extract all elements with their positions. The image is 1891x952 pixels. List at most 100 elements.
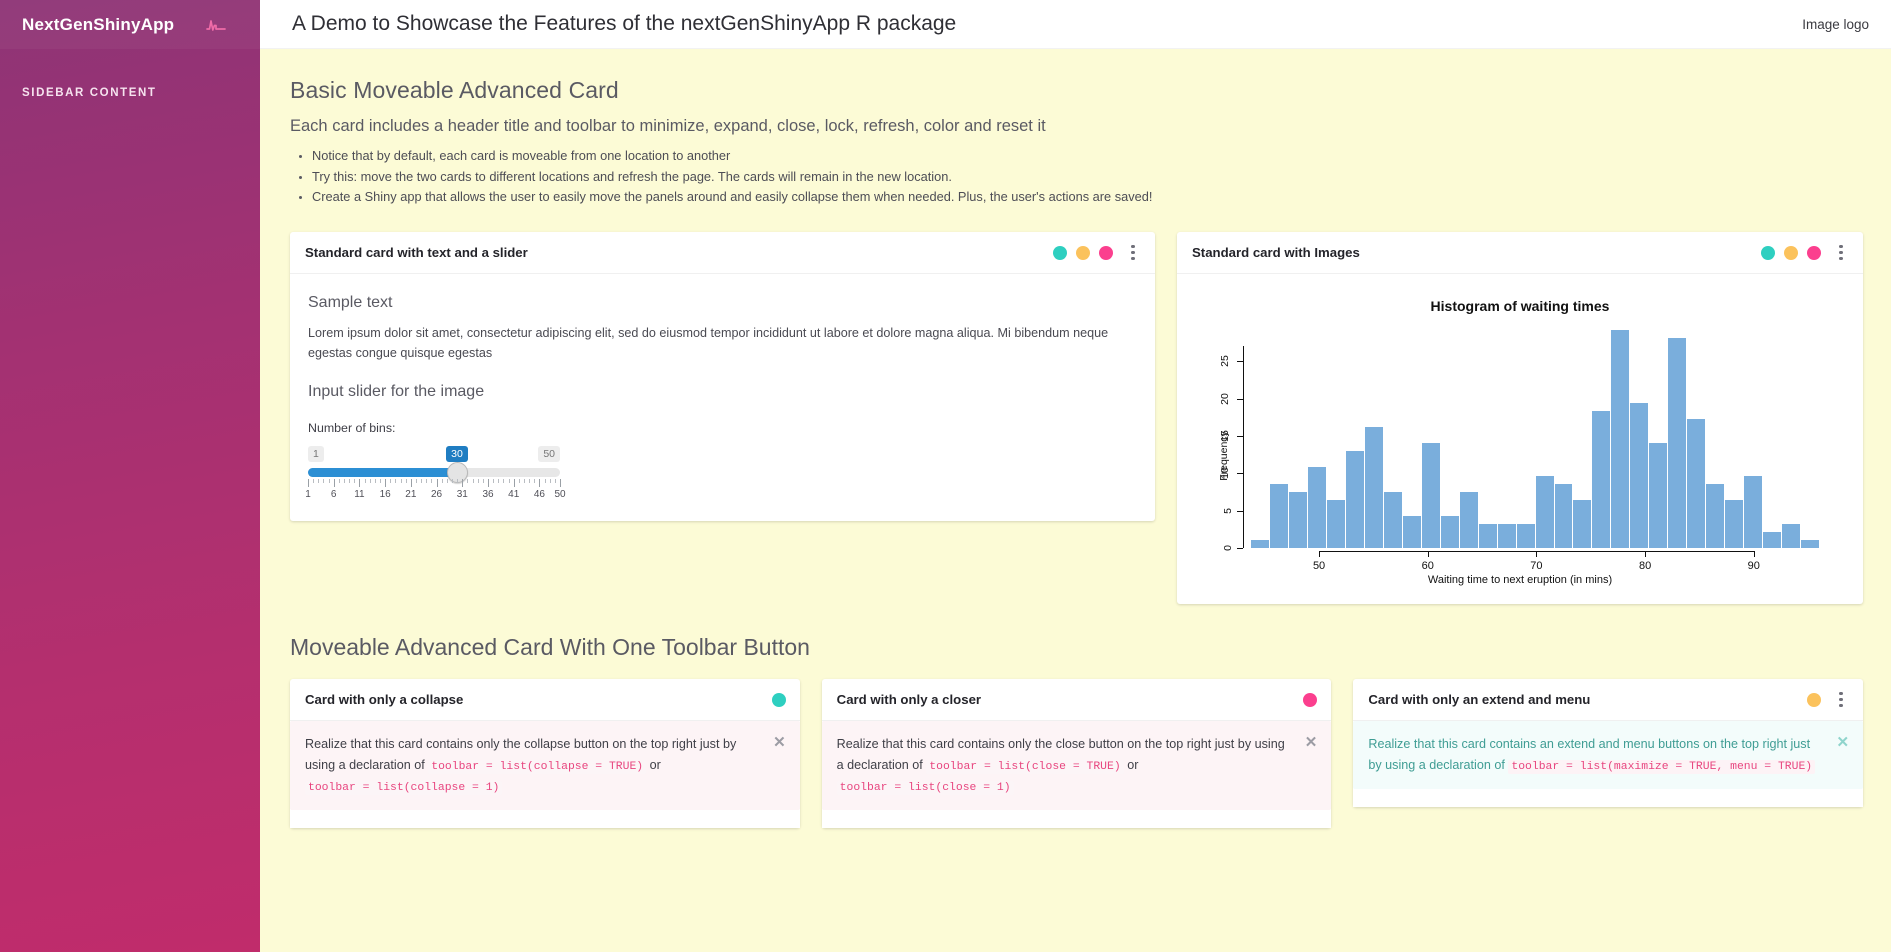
card-row-1: Standard card with text and a slider Sam… [290, 232, 1863, 605]
alert-text: Realize that this card contains only the… [305, 737, 737, 796]
card-toolbar [1053, 244, 1141, 262]
card-alert: Realize that this card contains an exten… [1353, 721, 1864, 790]
histogram-bar [1307, 467, 1326, 549]
histogram-bar [1402, 515, 1421, 549]
chart-x-axis-label: Waiting time to next eruption (in mins) [1427, 574, 1613, 587]
chart-y-tick-label: 5 [1222, 507, 1235, 514]
maximize-dot-icon[interactable] [1784, 245, 1798, 260]
chart-x-tick [1536, 551, 1538, 558]
sample-text-paragraph: Lorem ipsum dolor sit amet, consectetur … [308, 326, 1109, 361]
close-dot-icon[interactable] [1099, 245, 1113, 260]
histogram-bar [1573, 499, 1592, 549]
list-item: Create a Shiny app that allows the user … [312, 187, 1863, 208]
histogram-bar [1459, 491, 1478, 549]
card-column-right: Standard card with Images Histogram of w… [1177, 232, 1863, 605]
chart-y-tick-label: 25 [1219, 355, 1232, 368]
close-x-icon[interactable]: ✕ [773, 734, 786, 750]
pulse-waveform-icon [206, 17, 227, 33]
card-toolbar [1807, 691, 1849, 709]
card-title: Standard card with text and a slider [305, 245, 528, 261]
maximize-dot-icon[interactable] [1807, 692, 1822, 707]
card-row-2: Card with only a collapse Realize that t… [290, 679, 1864, 829]
bins-slider[interactable]: 1 30 50 1 6 11 16 21 26 31 36 41 46 50 [305, 446, 566, 503]
close-dot-icon[interactable] [1807, 245, 1821, 260]
chart-x-tick [1645, 551, 1647, 558]
list-item: Try this: move the two cards to differen… [312, 167, 1863, 188]
plot-area: 0 5 10 15 20 25 [1219, 330, 1820, 551]
card-title: Card with only a collapse [305, 692, 464, 708]
alert-text: Realize that this card contains only the… [836, 737, 1285, 796]
section-1-title: Basic Moveable Advanced Card [290, 77, 619, 103]
kebab-menu-icon[interactable] [1125, 244, 1141, 262]
histogram-bar [1497, 523, 1516, 549]
chart-y-tick [1237, 510, 1243, 512]
histogram-bar [1706, 483, 1725, 549]
slider-tick-label: 31 [456, 489, 468, 501]
page-title: A Demo to Showcase the Features of the n… [292, 12, 957, 35]
card-body-filler [1353, 789, 1864, 808]
sample-text-heading: Sample text [308, 294, 393, 312]
card-standard-text-slider: Standard card with text and a slider Sam… [290, 232, 1155, 522]
collapse-dot-icon[interactable] [1053, 245, 1067, 260]
card-title: Standard card with Images [1192, 245, 1360, 261]
card-header[interactable]: Card with only an extend and menu [1353, 679, 1864, 722]
app-root: NextGenShinyApp SIDEBAR CONTENT A Demo t… [0, 0, 1891, 952]
close-dot-icon[interactable] [1303, 692, 1318, 707]
section-1-bullet-list: Notice that by default, each card is mov… [290, 146, 1863, 208]
histogram-bar [1364, 427, 1383, 549]
kebab-menu-icon[interactable] [1833, 244, 1849, 262]
histogram-bar [1345, 451, 1364, 549]
inline-code: toolbar = list(collapse = TRUE) [428, 759, 647, 774]
slider-tick-label: 36 [482, 489, 494, 501]
inline-code: toolbar = list(maximize = TRUE, menu = T… [1508, 759, 1816, 774]
chart-x-tick-label: 90 [1747, 560, 1760, 573]
card-standard-with-images: Standard card with Images Histogram of w… [1177, 232, 1863, 605]
slider-section-heading: Input slider for the image [308, 383, 485, 401]
card-only-closer: Card with only a closer Realize that thi… [821, 679, 1332, 829]
maximize-dot-icon[interactable] [1076, 245, 1090, 260]
histogram-bar [1668, 338, 1687, 549]
slider-min-label: 1 [308, 446, 324, 463]
histogram-bar [1611, 330, 1630, 549]
collapse-dot-icon[interactable] [1761, 245, 1775, 260]
histogram-bar [1535, 475, 1554, 549]
chart-x-tick-label: 70 [1530, 560, 1543, 573]
sidebar-brand-bar: NextGenShinyApp [0, 0, 260, 49]
slider-label: Number of bins: [308, 421, 396, 436]
card-toolbar [771, 692, 786, 707]
card-body-filler [821, 810, 1332, 829]
top-navbar: A Demo to Showcase the Features of the n… [260, 0, 1891, 49]
navbar-image-logo-label: Image logo [1802, 16, 1869, 32]
collapse-dot-icon[interactable] [771, 692, 786, 707]
card-title: Card with only an extend and menu [1368, 692, 1591, 708]
slider-tick-label: 50 [554, 489, 566, 501]
histogram-bar [1326, 499, 1345, 549]
card-header[interactable]: Standard card with text and a slider [290, 232, 1155, 275]
slider-track[interactable] [308, 462, 560, 484]
histogram-bar [1288, 491, 1307, 549]
chart-y-tick [1237, 436, 1243, 437]
histogram-bar [1554, 483, 1573, 549]
kebab-menu-icon[interactable] [1833, 691, 1849, 709]
section-2-title: Moveable Advanced Card With One Toolbar … [290, 634, 810, 661]
slider-tick-label: 46 [533, 489, 545, 501]
chart-x-tick-label: 50 [1312, 560, 1326, 573]
card-header[interactable]: Card with only a closer [821, 679, 1332, 722]
chart-y-tick-label: 15 [1219, 430, 1232, 442]
histogram-bar [1592, 410, 1611, 549]
app-brand-title[interactable]: NextGenShinyApp [22, 15, 174, 35]
histogram-bar [1744, 475, 1763, 549]
slider-value-bubbles: 1 30 50 [308, 446, 560, 464]
inline-code: toolbar = list(close = TRUE) [926, 759, 1124, 774]
card-header[interactable]: Standard card with Images [1177, 232, 1863, 275]
card-only-collapse: Card with only a collapse Realize that t… [290, 679, 800, 829]
inline-code: toolbar = list(close = 1) [836, 781, 1014, 796]
inline-code: toolbar = list(collapse = 1) [305, 781, 503, 796]
close-x-icon[interactable]: ✕ [1836, 734, 1849, 750]
chart-x-tick [1319, 551, 1321, 558]
close-x-icon[interactable]: ✕ [1305, 734, 1318, 750]
slider-tick-label: 11 [354, 489, 365, 501]
card-alert: Realize that this card contains only the… [821, 721, 1332, 811]
slider-tick-label: 26 [431, 489, 443, 501]
card-header[interactable]: Card with only a collapse [290, 679, 800, 722]
